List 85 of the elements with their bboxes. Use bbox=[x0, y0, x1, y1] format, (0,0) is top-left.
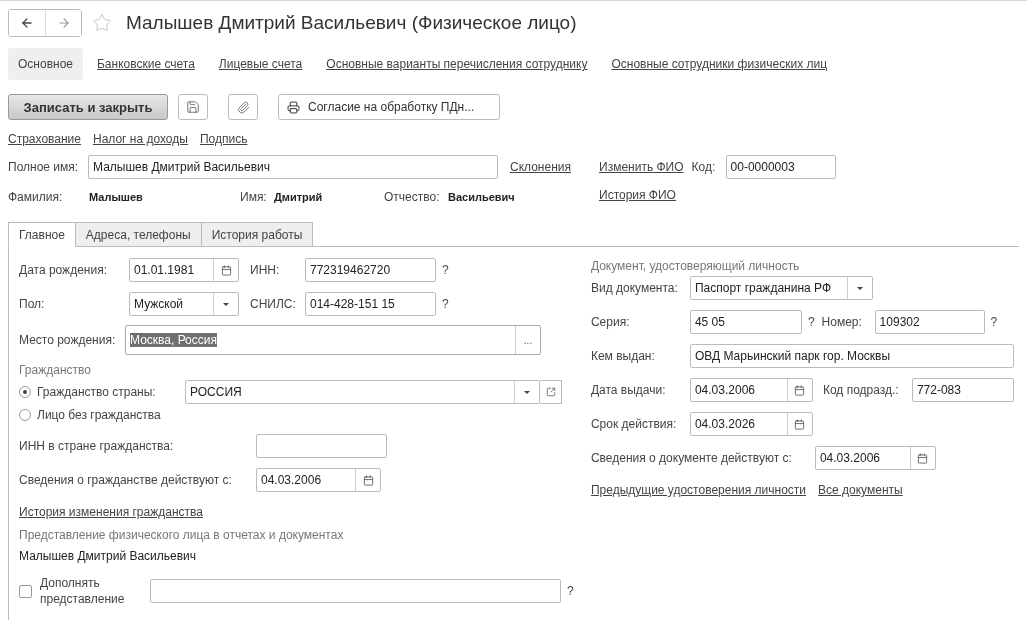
input-field[interactable]: Москва, Россия ... bbox=[125, 325, 541, 355]
field-value: Малышев bbox=[89, 191, 144, 203]
date-field[interactable]: 04.03.2026 bbox=[689, 412, 813, 436]
section-caption: Документ, удостоверяющий личность bbox=[590, 259, 800, 273]
arrow-right-icon bbox=[56, 16, 71, 30]
help-mark[interactable]: ? bbox=[567, 584, 574, 598]
input-field[interactable]: 109302 bbox=[874, 310, 985, 334]
tab[interactable]: Адреса, телефоны bbox=[75, 222, 202, 247]
field-label: Дата выдачи: bbox=[590, 383, 667, 397]
field-label: Сведения о гражданстве действуют с: bbox=[19, 473, 233, 487]
section-caption: Представление физического лица в отчетах и документах bbox=[19, 528, 344, 542]
field-label: Код: bbox=[691, 160, 717, 174]
date-field[interactable]: 01.01.1981 bbox=[129, 258, 239, 282]
date-field[interactable]: 04.03.2006 bbox=[689, 378, 813, 402]
field-label: Код подразд.: bbox=[822, 383, 900, 397]
input-field[interactable]: 45 05 bbox=[689, 310, 802, 334]
radio-label: Лицо без гражданства bbox=[37, 408, 161, 422]
all-documents-link[interactable]: Все документы bbox=[818, 483, 903, 497]
selected-text: Москва, Россия bbox=[130, 333, 217, 347]
radio-label: Гражданство страны: bbox=[37, 385, 157, 399]
input-field[interactable] bbox=[150, 579, 561, 603]
previous-documents-link[interactable]: Предыдущие удостоверения личности bbox=[590, 483, 807, 497]
dropdown-field[interactable]: Мужской bbox=[129, 292, 239, 316]
save-and-close-button[interactable]: Записать и закрыть bbox=[8, 94, 168, 120]
name-history-link[interactable]: История ФИО bbox=[599, 188, 676, 202]
section-link[interactable]: Лицевые счета bbox=[208, 48, 313, 80]
field-label: Дата рождения: bbox=[19, 263, 108, 277]
field-label: Отчество: bbox=[384, 190, 441, 204]
paperclip-icon bbox=[236, 100, 250, 114]
person-presentation: Малышев Дмитрий Васильевич bbox=[19, 549, 197, 563]
citizenship-history-link[interactable]: История изменения гражданства bbox=[19, 505, 203, 519]
print-button[interactable]: Согласие на обработку ПДн... bbox=[278, 94, 500, 120]
section-link[interactable]: Основное bbox=[8, 48, 83, 80]
field-label: Срок действия: bbox=[590, 417, 678, 431]
input-field[interactable] bbox=[256, 434, 387, 458]
field-label: СНИЛС: bbox=[250, 297, 297, 311]
help-mark[interactable]: ? bbox=[442, 297, 449, 311]
section-caption: Гражданство bbox=[19, 363, 91, 377]
tab[interactable]: История работы bbox=[201, 222, 314, 247]
link[interactable]: Страхование bbox=[8, 132, 81, 146]
field-label: Вид документа: bbox=[590, 281, 679, 295]
open-button[interactable] bbox=[540, 380, 562, 404]
printer-icon bbox=[287, 100, 300, 114]
date-field[interactable]: 04.03.2006 bbox=[256, 468, 381, 492]
open-window-icon bbox=[545, 387, 556, 397]
input-field[interactable]: 772-083 bbox=[911, 378, 1014, 402]
section-link[interactable]: Основные сотрудники физических лиц bbox=[601, 48, 838, 80]
help-mark[interactable]: ? bbox=[807, 315, 815, 329]
save-button[interactable] bbox=[178, 94, 208, 120]
field-value: Дмитрий bbox=[274, 191, 324, 203]
input-field[interactable]: ОВД Марьинский парк гор. Москвы bbox=[689, 344, 1014, 368]
declension-link[interactable]: Склонения bbox=[510, 160, 571, 174]
ellipsis-button[interactable]: ... bbox=[515, 326, 540, 354]
input-field[interactable]: 00-0000003 bbox=[725, 155, 836, 179]
field-label: Место рождения: bbox=[19, 333, 117, 347]
attach-button[interactable] bbox=[228, 94, 258, 120]
input-field[interactable]: 014-428-151 15 bbox=[305, 292, 436, 316]
input-field[interactable]: Малышев Дмитрий Васильевич bbox=[88, 155, 498, 179]
section-link[interactable]: Основные варианты перечисления сотруднику bbox=[316, 48, 598, 80]
link[interactable]: Подпись bbox=[199, 132, 248, 146]
field-label: ИНН в стране гражданства: bbox=[19, 439, 175, 453]
change-name-link[interactable]: Изменить ФИО bbox=[599, 160, 684, 174]
link[interactable]: Налог на доходы bbox=[92, 132, 188, 146]
field-label: Кем выдан: bbox=[590, 349, 656, 363]
star-icon[interactable] bbox=[92, 13, 112, 33]
field-label: Имя: bbox=[240, 190, 268, 204]
tab[interactable]: Главное bbox=[8, 222, 76, 247]
field-label: ИНН: bbox=[250, 263, 281, 277]
field-label: Фамилия: bbox=[8, 190, 64, 204]
field-label: Пол: bbox=[19, 297, 46, 311]
dropdown-field[interactable]: РОССИЯ bbox=[185, 380, 540, 404]
field-label: Серия: bbox=[590, 315, 631, 329]
section-link[interactable]: Банковские счета bbox=[87, 48, 205, 80]
date-field[interactable]: 04.03.2006 bbox=[814, 446, 936, 470]
field-label: Номер: bbox=[821, 315, 863, 329]
field-value: Васильевич bbox=[448, 191, 516, 203]
field-label: Сведения о документе действуют с: bbox=[590, 451, 793, 465]
checkbox-label: Дополнять представление bbox=[40, 575, 126, 607]
checkbox[interactable] bbox=[19, 584, 32, 598]
field-label: Полное имя: bbox=[8, 160, 80, 174]
dropdown-field[interactable]: Паспорт гражданина РФ bbox=[689, 276, 873, 300]
help-mark[interactable]: ? bbox=[442, 263, 449, 277]
help-mark[interactable]: ? bbox=[990, 315, 998, 329]
window-title: Малышев Дмитрий Васильевич (Физическое лицо) bbox=[126, 12, 577, 34]
input-field[interactable]: 772319462720 bbox=[305, 258, 436, 282]
